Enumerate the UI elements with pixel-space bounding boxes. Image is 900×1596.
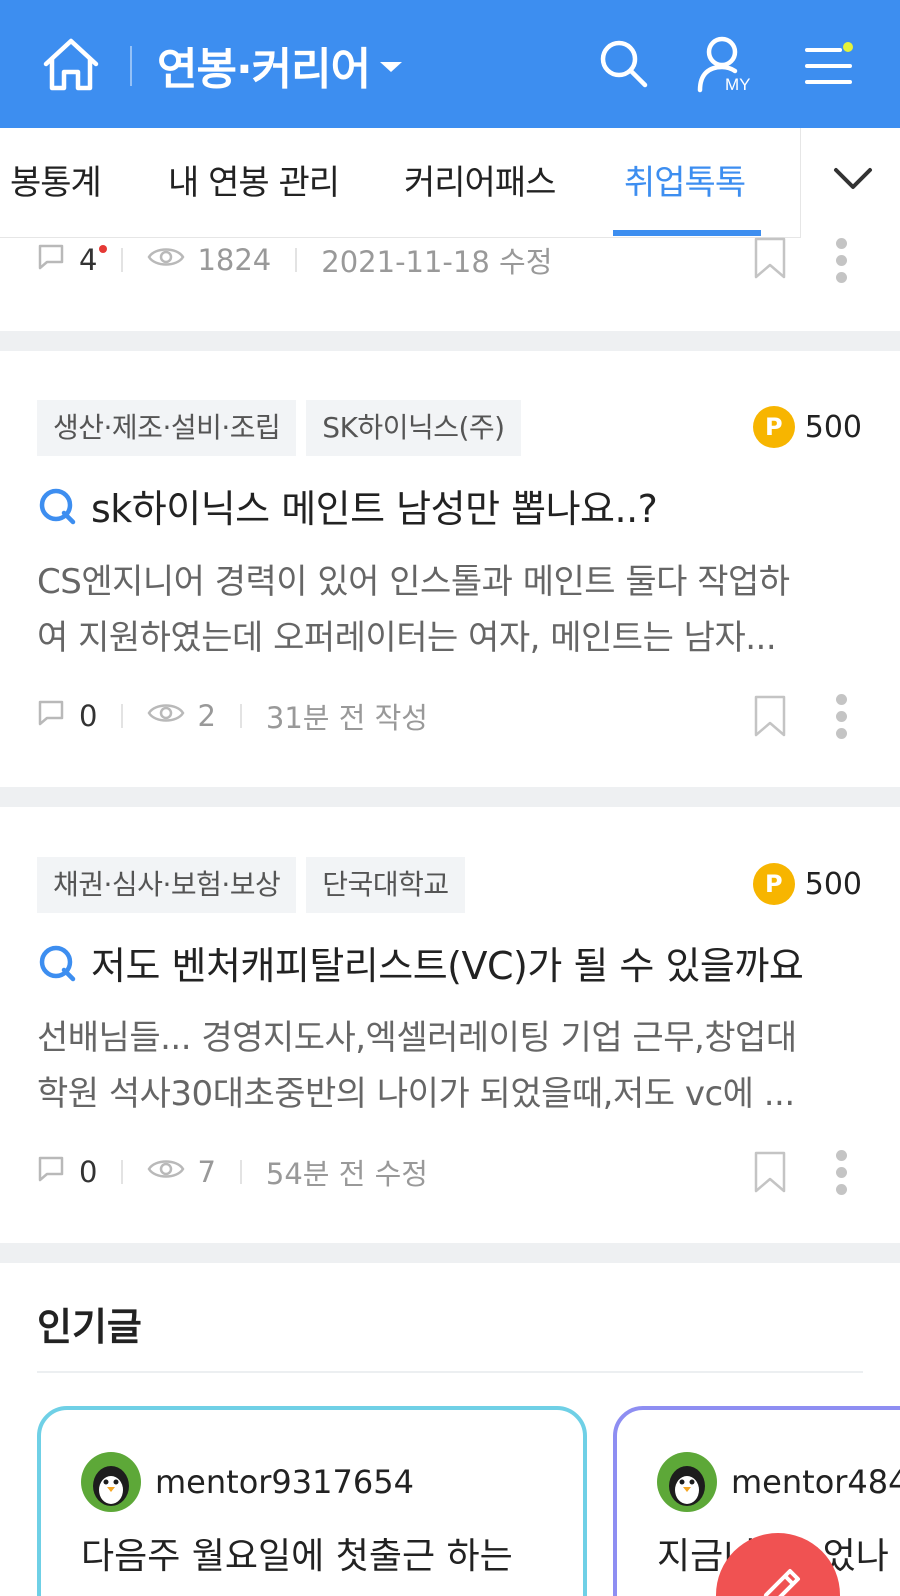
active-tab-indicator	[613, 230, 761, 236]
top-bar: 연봉·커리어 MY	[0, 0, 900, 128]
meta-divider	[239, 1160, 242, 1184]
reward-points: P 500	[752, 406, 862, 448]
comment-count: 4	[79, 243, 108, 277]
comment-count: 0	[79, 1155, 98, 1189]
meta-divider	[121, 248, 124, 272]
eye-icon	[147, 243, 185, 277]
bookmark-icon[interactable]	[753, 236, 787, 284]
caret-down-icon	[380, 62, 403, 72]
more-options-icon[interactable]	[836, 238, 850, 289]
section-gap	[0, 331, 900, 351]
home-icon[interactable]	[40, 34, 102, 96]
comment-count: 0	[79, 699, 98, 733]
post-preview-line: CS엔지니어 경력이 있어 인스톨과 메인트 둘다 작업하	[37, 562, 790, 602]
search-icon[interactable]	[598, 38, 650, 90]
points-value: 500	[804, 866, 862, 902]
category-tabs: 봉통계 내 연봉 관리 커리어패스 취업톡톡	[0, 128, 900, 238]
post-tags: 생산·제조·설비·조립 SK하이닉스(주)	[37, 400, 521, 456]
new-comment-dot	[99, 245, 108, 253]
more-options-icon[interactable]	[836, 1150, 850, 1201]
header-divider	[130, 46, 132, 86]
popular-card-user: mentor4840	[657, 1452, 900, 1512]
post-time: 54분 전 수정	[265, 1157, 428, 1191]
popular-divider	[37, 1371, 863, 1373]
my-label: MY	[725, 75, 751, 94]
penguin-avatar-icon	[81, 1452, 141, 1512]
company-tag[interactable]: SK하이닉스(주)	[306, 400, 521, 456]
post-meta: 0 7 54분 전 수정	[37, 1150, 428, 1194]
post-meta: 0 2 31분 전 작성	[37, 694, 428, 738]
post-time: 2021-11-18 수정	[321, 245, 553, 279]
point-coin-icon: P	[752, 406, 795, 448]
comment-icon	[37, 699, 65, 734]
tabs-expand-button[interactable]	[800, 128, 900, 238]
point-coin-icon: P	[752, 863, 795, 905]
section-gap	[0, 1243, 900, 1263]
post-preview[interactable]: CS엔지니어 경력이 있어 인스톨과 메인트 둘다 작업하 여 지원하였는데 오…	[37, 554, 867, 666]
popular-card[interactable]: mentor9317654 다음주 월요일에 첫출근 하는 데 어떠하죠	[37, 1406, 587, 1596]
tab-salary-stats[interactable]: 봉통계	[10, 128, 102, 238]
points-value: 500	[804, 409, 862, 445]
section-title: 연봉·커리어	[157, 44, 371, 95]
job-category-tag[interactable]: 생산·제조·설비·조립	[37, 400, 297, 456]
pencil-icon	[763, 1569, 800, 1596]
post-time: 31분 전 작성	[265, 701, 428, 735]
username: mentor9317654	[155, 1463, 414, 1501]
post-preview-line: 여 지원하였는데 오퍼레이터는 여자, 메인트는 남자...	[37, 618, 777, 658]
question-icon	[39, 945, 76, 981]
post-preview[interactable]: 선배님들... 경영지도사,엑셀러레이팅 기업 근무,창업대 학원 석사30대초…	[37, 1010, 867, 1122]
post-preview-line: 학원 석사30대초중반의 나이가 되었을때,저도 vc에 ...	[37, 1074, 795, 1114]
post-title[interactable]: 저도 벤처캐피탈리스트(VC)가 될 수 있을까요	[37, 935, 804, 990]
bookmark-icon[interactable]	[753, 694, 787, 742]
post-preview-line: 선배님들... 경영지도사,엑셀러레이팅 기업 근무,창업대	[37, 1018, 797, 1058]
post-title[interactable]: sk하이닉스 메인트 남성만 뽑나요..?	[37, 478, 658, 533]
comment-icon	[37, 243, 65, 278]
view-count: 2	[197, 699, 216, 733]
tab-career-path[interactable]: 커리어패스	[404, 128, 556, 238]
meta-divider	[295, 248, 298, 272]
comment-icon	[37, 1155, 65, 1190]
eye-icon	[147, 1155, 185, 1189]
tab-job-talk[interactable]: 취업톡톡	[624, 128, 746, 238]
username: mentor4840	[731, 1463, 900, 1501]
meta-divider	[121, 704, 124, 728]
popular-card-text: 다음주 월요일에 첫출근 하는 데 어떠하죠	[81, 1536, 513, 1596]
prev-post-meta: 4 1824 2021-11-18 수정	[37, 238, 552, 282]
meta-divider	[121, 1160, 124, 1184]
section-title-dropdown[interactable]: 연봉·커리어	[157, 34, 403, 96]
hamburger-menu-icon[interactable]	[804, 40, 854, 90]
meta-divider	[239, 704, 242, 728]
view-count: 7	[197, 1155, 216, 1189]
post-tags: 채권·심사·보험·보상 단국대학교	[37, 857, 465, 913]
penguin-avatar-icon	[657, 1452, 717, 1512]
popular-heading: 인기글	[37, 1305, 142, 1349]
page: 연봉·커리어 MY 봉통계 내 연봉 관리 커리어패스 취업톡톡 4 1824 …	[0, 0, 900, 1596]
post-title-text: sk하이닉스 메인트 남성만 뽑나요..?	[91, 487, 658, 531]
popular-card-user: mentor9317654	[81, 1452, 414, 1512]
my-page-icon[interactable]: MY	[695, 34, 757, 96]
chevron-down-icon	[834, 168, 872, 189]
post-title-text: 저도 벤처캐피탈리스트(VC)가 될 수 있을까요	[91, 944, 804, 988]
reward-points: P 500	[752, 863, 862, 905]
bookmark-icon[interactable]	[753, 1150, 787, 1198]
job-category-tag[interactable]: 채권·심사·보험·보상	[37, 857, 297, 913]
section-gap	[0, 787, 900, 807]
school-tag[interactable]: 단국대학교	[306, 857, 465, 913]
more-options-icon[interactable]	[836, 694, 850, 745]
view-count: 1824	[197, 243, 272, 277]
question-icon	[39, 488, 76, 524]
eye-icon	[147, 699, 185, 733]
tab-salary-management[interactable]: 내 연봉 관리	[168, 128, 340, 238]
